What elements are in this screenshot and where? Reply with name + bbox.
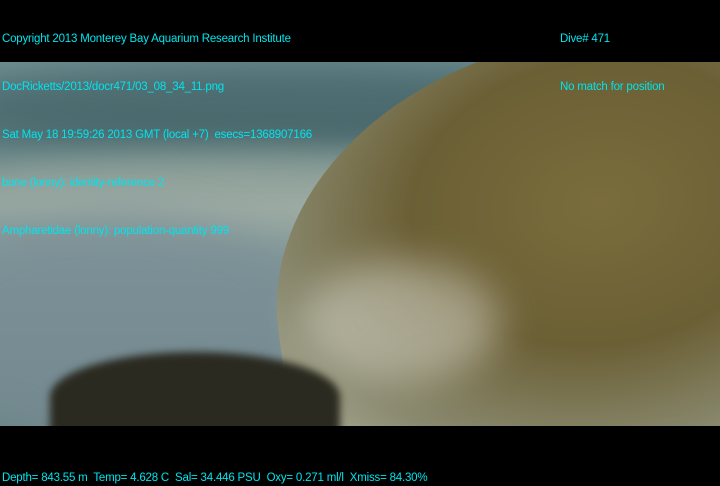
video-frame: Copyright 2013 Monterey Bay Aquarium Res… xyxy=(0,0,720,486)
annotation-2: Ampharetidae (lonny): population-quantit… xyxy=(2,225,229,237)
copyright-line: Copyright 2013 Monterey Bay Aquarium Res… xyxy=(2,33,291,45)
sensor-readout: Depth= 843.55 m Temp= 4.628 C Sal= 34.44… xyxy=(2,472,428,484)
timestamp: Sat May 18 19:59:26 2013 GMT (local +7) … xyxy=(2,129,312,141)
file-path: DocRicketts/2013/docr471/03_08_34_11.png xyxy=(2,81,224,93)
annotation-1: bone (lonny): identity-reference 2 xyxy=(2,177,164,189)
metadata-overlay-top-right: Dive# 471 No match for position xyxy=(560,0,665,127)
position-status: No match for position xyxy=(560,81,665,93)
metadata-overlay-top-left: Copyright 2013 Monterey Bay Aquarium Res… xyxy=(2,0,312,271)
dive-number: Dive# 471 xyxy=(560,33,610,45)
